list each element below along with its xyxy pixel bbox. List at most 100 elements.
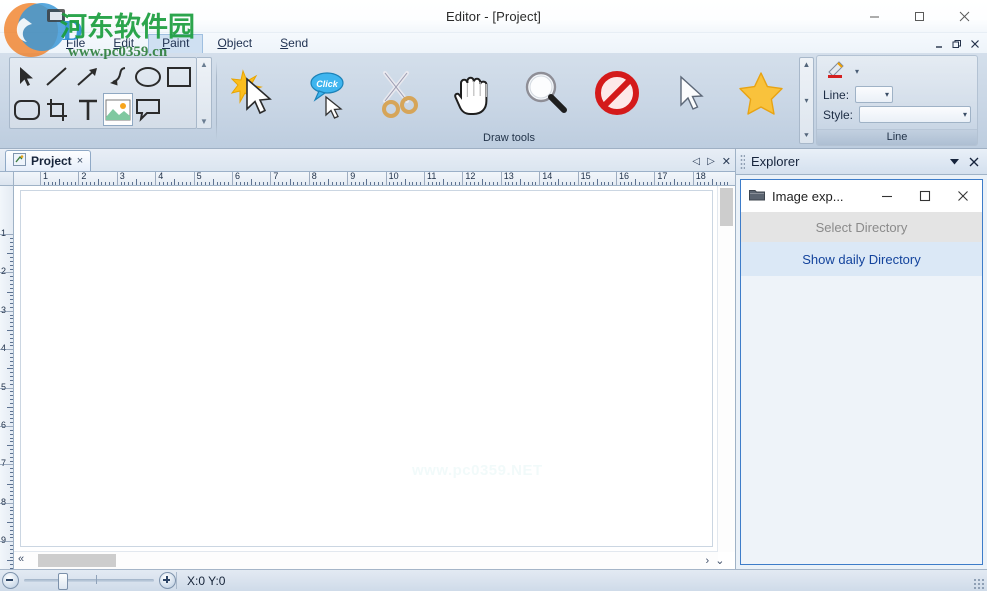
ruler-minor-tick xyxy=(435,181,437,185)
line-style-caret-icon: ▾ xyxy=(962,110,967,119)
image-explorer-title: Image exp... xyxy=(772,188,844,204)
chevron-down-icon[interactable] xyxy=(947,155,961,169)
hand-tool-button[interactable] xyxy=(437,59,509,127)
crop-shape-icon[interactable] xyxy=(42,93,72,126)
image-shape-icon[interactable] xyxy=(103,93,134,126)
zoom-out-icon[interactable] xyxy=(2,572,19,589)
ruler-major-tick xyxy=(0,349,13,351)
show-daily-directory-button[interactable]: Show daily Directory xyxy=(741,242,982,276)
ruler-minor-tick xyxy=(592,181,594,185)
ruler-minor-tick xyxy=(9,237,13,239)
document-tab-project[interactable]: Project × xyxy=(5,150,92,171)
window-minimize-button[interactable] xyxy=(852,0,897,32)
click-callout-tool-button[interactable]: Click xyxy=(293,59,365,127)
text-shape-icon[interactable] xyxy=(73,93,103,126)
scroll-left-icon[interactable]: « xyxy=(18,553,24,565)
ruler-minor-tick xyxy=(596,179,598,185)
ribbon-scrollbar[interactable]: ▲ ▾ ⯆ xyxy=(799,57,814,144)
ruler-minor-tick xyxy=(7,253,13,255)
arrow-pointer-shape-icon[interactable] xyxy=(12,60,42,93)
ruler-minor-tick xyxy=(9,529,13,531)
zoom-tool-button[interactable] xyxy=(509,59,581,127)
tab-prev-icon[interactable]: ◁ xyxy=(692,156,700,167)
ruler-minor-tick xyxy=(450,181,452,185)
ruler-minor-tick xyxy=(631,181,633,185)
window-close-button[interactable] xyxy=(942,0,987,32)
zoom-slider-track[interactable] xyxy=(24,573,154,590)
select-directory-button[interactable]: Select Directory xyxy=(741,212,982,242)
ruler-minor-tick xyxy=(543,181,545,185)
rounded-rect-shape-icon[interactable] xyxy=(12,93,42,126)
curve-arrow-shape-icon[interactable] xyxy=(103,60,133,93)
line-shape-icon[interactable] xyxy=(42,60,72,93)
document-page[interactable] xyxy=(20,190,713,547)
forbidden-tool-button[interactable] xyxy=(581,59,653,127)
ruler-major-tick xyxy=(462,172,464,185)
mdi-minimize-button[interactable] xyxy=(931,36,947,52)
ruler-major-tick xyxy=(500,172,502,185)
scroll-down-icon[interactable]: ⌄ xyxy=(715,554,724,567)
gallery-scroll-up-icon[interactable]: ▲ xyxy=(200,60,208,69)
shapes-gallery-scrollbar[interactable]: ▲ ▼ xyxy=(197,57,212,129)
menu-edit[interactable]: Edit xyxy=(99,34,148,53)
ribbon-scroll-up-icon[interactable]: ▲ xyxy=(803,60,811,69)
ruler-minor-tick xyxy=(9,545,13,547)
document-tab-close-icon[interactable]: × xyxy=(77,155,83,167)
brush-dropdown-icon[interactable]: ▾ xyxy=(855,67,859,76)
menu-object[interactable]: Object xyxy=(203,34,266,53)
draw-tools-group: Click Draw tools xyxy=(221,55,797,146)
highlight-cursor-tool-button[interactable] xyxy=(221,59,293,127)
zoom-in-icon[interactable] xyxy=(159,572,176,589)
rectangle-shape-icon[interactable] xyxy=(164,60,194,93)
image-explorer-close-button[interactable] xyxy=(944,180,982,212)
tab-close-icon[interactable]: ✕ xyxy=(722,155,731,168)
cut-tool-button[interactable] xyxy=(365,59,437,127)
canvas-viewport[interactable]: « › ⌄ www.pc0359.NET xyxy=(14,186,735,569)
ruler-minor-tick xyxy=(9,276,13,278)
shapes-gallery xyxy=(9,57,197,129)
scroll-right-icon[interactable]: › xyxy=(706,555,710,567)
canvas-vertical-scrollbar[interactable] xyxy=(717,186,735,552)
menu-file[interactable]: File xyxy=(52,34,99,53)
ruler-minor-tick xyxy=(646,181,648,185)
ribbon-scroll-down-icon[interactable]: ⯆ xyxy=(803,131,809,141)
tab-next-icon[interactable]: ▷ xyxy=(707,156,715,167)
menu-paint[interactable]: Paint xyxy=(148,34,204,53)
empty-shape-icon[interactable] xyxy=(164,93,194,126)
canvas-horizontal-scroll-thumb[interactable] xyxy=(38,554,116,567)
ribbon-scroll-mid-icon[interactable]: ▾ xyxy=(804,96,808,105)
menu-send[interactable]: Send xyxy=(266,34,322,53)
image-explorer-minimize-button[interactable] xyxy=(868,180,906,212)
select-tool-button[interactable] xyxy=(653,59,725,127)
ruler-major-tick xyxy=(539,172,541,185)
mdi-close-button[interactable] xyxy=(967,36,983,52)
explorer-panel: Explorer Image exp... Select Directory S… xyxy=(735,149,987,569)
line-style-combo[interactable]: ▾ xyxy=(859,106,971,123)
favorite-tool-button[interactable] xyxy=(725,59,797,127)
ruler-minor-tick xyxy=(9,429,13,431)
window-resize-grip[interactable] xyxy=(973,578,985,590)
image-explorer-maximize-button[interactable] xyxy=(906,180,944,212)
line-width-combo[interactable]: ▾ xyxy=(855,86,894,103)
callout-shape-icon[interactable] xyxy=(133,93,163,126)
mdi-restore-button[interactable] xyxy=(949,36,965,52)
vertical-ruler[interactable]: 123456789 xyxy=(0,186,14,569)
canvas-vertical-scroll-thumb[interactable] xyxy=(720,188,733,226)
ruler-minor-tick xyxy=(493,181,495,185)
gallery-scroll-down-icon[interactable]: ▼ xyxy=(200,117,208,126)
ellipse-shape-icon[interactable] xyxy=(133,60,163,93)
brush-icon[interactable] xyxy=(825,60,851,83)
ruler-minor-tick xyxy=(454,181,456,185)
zoom-slider-control[interactable] xyxy=(0,572,176,590)
horizontal-ruler[interactable]: 1 2 3 4 5 6 7 8 9 10 11 12 13 14 15 16 17 18 xyxy=(14,172,735,186)
ruler-minor-tick xyxy=(243,181,245,185)
ruler-minor-tick xyxy=(685,181,687,185)
zoom-slider-thumb[interactable] xyxy=(57,573,68,590)
explorer-drag-grip[interactable] xyxy=(740,153,745,170)
ruler-minor-tick xyxy=(366,179,368,185)
canvas-horizontal-scrollbar[interactable]: « xyxy=(14,551,718,569)
ruler-minor-tick xyxy=(489,181,491,185)
window-maximize-button[interactable] xyxy=(897,0,942,32)
explorer-close-icon[interactable] xyxy=(967,155,981,169)
arrow-line-shape-icon[interactable] xyxy=(73,60,103,93)
